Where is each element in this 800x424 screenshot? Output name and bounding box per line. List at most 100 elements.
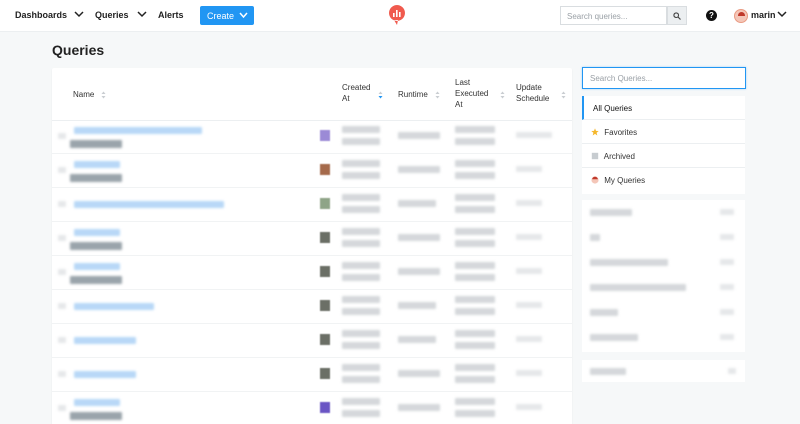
last-executed-date	[455, 160, 495, 167]
table-row[interactable]	[52, 325, 572, 358]
table-row[interactable]	[52, 393, 572, 424]
tag-label	[590, 209, 632, 216]
sort-icon[interactable]	[101, 91, 106, 99]
tag-count	[720, 334, 734, 340]
runtime-value	[398, 200, 436, 207]
sidebar-search-input[interactable]: Search Queries...	[582, 67, 746, 89]
search-queries-input[interactable]: Search queries...	[560, 6, 667, 25]
column-header-created-at[interactable]: Created At	[342, 82, 378, 104]
sidebar-item-all-queries[interactable]: All Queries	[582, 96, 745, 120]
favorite-star-icon[interactable]	[58, 133, 66, 139]
favorite-star-icon[interactable]	[58, 371, 66, 377]
favorite-star-icon[interactable]	[58, 201, 66, 207]
query-name-link[interactable]	[74, 371, 136, 378]
runtime-value	[398, 404, 440, 411]
table-row[interactable]	[52, 223, 572, 256]
table-row[interactable]	[52, 359, 572, 392]
redash-logo-icon[interactable]	[388, 4, 406, 26]
created-at-time	[342, 376, 380, 383]
runtime-value	[398, 166, 440, 173]
favorite-star-icon[interactable]	[58, 303, 66, 309]
create-button[interactable]: Create	[200, 6, 254, 25]
runtime-value	[398, 370, 440, 377]
table-row[interactable]	[52, 189, 572, 222]
last-executed-date	[455, 194, 495, 201]
update-schedule-value	[516, 268, 542, 274]
nav-queries[interactable]: Queries	[95, 10, 129, 20]
query-name-link[interactable]	[74, 127, 202, 134]
last-executed-date	[455, 296, 495, 303]
last-executed-time	[455, 206, 495, 213]
tag-count	[720, 259, 734, 265]
created-at-date	[342, 160, 380, 167]
created-at-time	[342, 308, 380, 315]
avatar	[320, 368, 330, 379]
nav-alerts[interactable]: Alerts	[158, 10, 184, 20]
chevron-down-icon[interactable]	[74, 9, 84, 19]
favorite-star-icon[interactable]	[58, 269, 66, 275]
help-icon[interactable]: ?	[706, 10, 717, 21]
tag-count	[720, 234, 734, 240]
tag-count	[720, 284, 734, 290]
last-executed-time	[455, 410, 495, 417]
table-row[interactable]	[52, 121, 572, 154]
tag-item[interactable]	[582, 275, 745, 300]
last-executed-time	[455, 138, 495, 145]
sidebar-item-archived[interactable]: Archived	[582, 144, 745, 168]
created-at-date	[342, 364, 380, 371]
username[interactable]: marin	[751, 10, 776, 20]
favorite-star-icon[interactable]	[58, 405, 66, 411]
tag-item[interactable]	[582, 250, 745, 275]
top-navbar: Dashboards Queries Alerts Create Search …	[0, 0, 800, 32]
sidebar-item-label: Favorites	[604, 128, 638, 137]
query-name-link[interactable]	[74, 399, 120, 406]
avatar[interactable]	[734, 9, 748, 23]
search-button[interactable]	[667, 6, 687, 25]
column-header-update-schedule[interactable]: Update Schedule	[516, 82, 558, 104]
tag-item[interactable]	[582, 225, 745, 250]
chevron-down-icon[interactable]	[777, 9, 787, 19]
sidebar-item-my-queries[interactable]: My Queries	[582, 168, 745, 192]
favorite-star-icon[interactable]	[58, 167, 66, 173]
query-name-link[interactable]	[74, 229, 120, 236]
tag-item[interactable]	[582, 200, 745, 225]
avatar	[320, 300, 330, 311]
column-header-runtime[interactable]: Runtime	[398, 89, 428, 100]
runtime-value	[398, 302, 436, 309]
table-row[interactable]	[52, 291, 572, 324]
favorite-star-icon[interactable]	[58, 235, 66, 241]
tag-item[interactable]	[582, 325, 745, 350]
sort-icon[interactable]	[500, 91, 505, 99]
query-name-link[interactable]	[74, 201, 224, 208]
last-executed-time	[455, 172, 495, 179]
table-row[interactable]	[52, 155, 572, 188]
sort-descending-icon[interactable]	[378, 91, 383, 99]
favorite-star-icon[interactable]	[58, 337, 66, 343]
table-row[interactable]	[52, 257, 572, 290]
nav-dashboards[interactable]: Dashboards	[15, 10, 67, 20]
sort-icon[interactable]	[435, 91, 440, 99]
created-at-date	[342, 398, 380, 405]
last-executed-date	[455, 330, 495, 337]
column-header-last-executed-at[interactable]: Last Executed At	[455, 77, 497, 110]
tag-count	[728, 368, 736, 374]
query-name-link[interactable]	[74, 263, 120, 270]
last-executed-time	[455, 342, 495, 349]
query-name-link[interactable]	[74, 337, 136, 344]
created-at-time	[342, 410, 380, 417]
update-schedule-value	[516, 132, 552, 138]
chevron-down-icon[interactable]	[137, 9, 147, 19]
last-executed-time	[455, 274, 495, 281]
sidebar-menu: All Queries Favorites Archived My Querie…	[582, 96, 745, 194]
last-executed-date	[455, 228, 495, 235]
tag-item[interactable]	[582, 300, 745, 325]
sidebar-item-favorites[interactable]: Favorites	[582, 120, 745, 144]
query-name-link[interactable]	[74, 303, 154, 310]
tag-label[interactable]	[590, 368, 626, 375]
update-schedule-value	[516, 166, 542, 172]
last-executed-date	[455, 126, 495, 133]
query-name-link[interactable]	[74, 161, 120, 168]
sort-icon[interactable]	[561, 91, 566, 99]
update-schedule-value	[516, 234, 542, 240]
column-header-name[interactable]: Name	[73, 89, 94, 100]
